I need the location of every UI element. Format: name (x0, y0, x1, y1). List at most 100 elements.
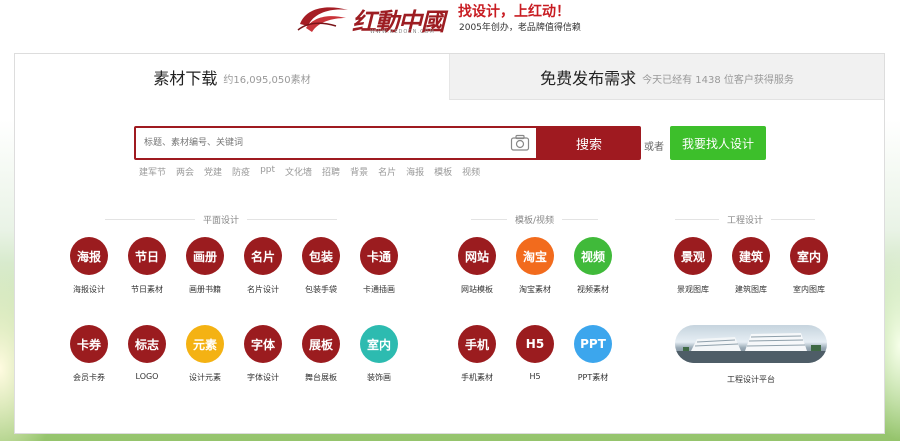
category-cartoon[interactable]: 卡通 卡通插画 (349, 237, 409, 295)
category-label: 景观图库 (677, 285, 709, 294)
tab-post-request[interactable]: 免费发布需求 今天已经有 1438 位客户获得服务 (449, 54, 884, 100)
hot-word[interactable]: 建军节 (139, 165, 166, 178)
category-icon: 包装 (302, 237, 340, 275)
category-label: H5 (529, 372, 541, 381)
category-font[interactable]: 字体 字体设计 (233, 325, 293, 383)
search-input[interactable] (136, 128, 506, 158)
category-label: 名片设计 (247, 285, 279, 294)
search-button[interactable]: 搜索 (537, 126, 641, 160)
category-icon: 室内 (790, 237, 828, 275)
find-designer-button[interactable]: 我要找人设计 (670, 126, 766, 160)
hot-word[interactable]: 名片 (378, 165, 396, 178)
tab-download[interactable]: 素材下载 约16,095,050素材 (15, 54, 449, 100)
category-icon: 元素 (186, 325, 224, 363)
category-label: 舞台展板 (305, 373, 337, 382)
category-website[interactable]: 网站 网站模板 (447, 237, 507, 295)
category-label: 手机素材 (461, 373, 493, 382)
divider (471, 219, 507, 220)
engineering-platform-label: 工程设计平台 (727, 375, 775, 384)
category-icon: 手机 (458, 325, 496, 363)
logo-swirl-icon (297, 7, 348, 32)
category-festival[interactable]: 节日 节日素材 (117, 237, 177, 295)
category-landscape[interactable]: 景观 景观图库 (663, 237, 723, 295)
category-interior[interactable]: 室内 室内图库 (779, 237, 839, 295)
hot-word[interactable]: 党建 (204, 165, 222, 178)
divider (105, 219, 195, 220)
category-architecture[interactable]: 建筑 建筑图库 (721, 237, 781, 295)
category-coupon[interactable]: 卡券 会员卡券 (59, 325, 119, 383)
hot-word[interactable]: 两会 (176, 165, 194, 178)
hot-word[interactable]: 视频 (462, 165, 480, 178)
category-poster[interactable]: 海报 海报设计 (59, 237, 119, 295)
section-label: 工程设计 (727, 216, 764, 226)
category-icon: 标志 (128, 325, 166, 363)
tab-bar: 素材下载 约16,095,050素材 免费发布需求 今天已经有 1438 位客户… (15, 54, 884, 100)
hot-word[interactable]: ppt (260, 165, 275, 178)
category-taobao[interactable]: 淘宝 淘宝素材 (505, 237, 565, 295)
category-business-card[interactable]: 名片 名片设计 (233, 237, 293, 295)
category-label: PPT素材 (577, 373, 609, 382)
category-logo[interactable]: 标志 LOGO (117, 325, 177, 381)
category-icon: H5 (516, 325, 554, 363)
tab-post-request-info: 今天已经有 1438 位客户获得服务 (642, 74, 794, 86)
category-h5[interactable]: H5 H5 (505, 325, 565, 381)
category-label: 装饰画 (367, 373, 391, 382)
hot-words: 建军节 两会 党建 防疫 ppt 文化墙 招聘 背景 名片 海报 模板 视频 (139, 165, 490, 178)
category-ppt[interactable]: PPT PPT素材 (563, 325, 623, 383)
hot-word[interactable]: 背景 (350, 165, 368, 178)
category-icon: 卡通 (360, 237, 398, 275)
category-decorative-painting[interactable]: 室内 装饰画 (349, 325, 409, 383)
category-label: 字体设计 (247, 373, 279, 382)
search-box (134, 126, 538, 160)
engineering-platform-banner[interactable] (675, 325, 827, 363)
category-icon: 景观 (674, 237, 712, 275)
category-icon: PPT (574, 325, 612, 363)
section-title-engineering: 工程设计 (675, 213, 816, 226)
category-icon: 字体 (244, 325, 282, 363)
category-icon: 卡券 (70, 325, 108, 363)
category-label: 画册书籍 (189, 285, 221, 294)
category-display-board[interactable]: 展板 舞台展板 (291, 325, 351, 383)
category-mobile[interactable]: 手机 手机素材 (447, 325, 507, 383)
category-label: 卡通插画 (363, 285, 395, 294)
category-label: 设计元素 (189, 373, 221, 382)
divider (247, 219, 338, 220)
category-icon: 网站 (458, 237, 496, 275)
section-label: 平面设计 (203, 216, 240, 226)
divider (562, 219, 599, 220)
slogan-main: 找设计，上红动！ (458, 4, 570, 20)
hot-word[interactable]: 文化墙 (285, 165, 312, 178)
tab-download-count: 约16,095,050素材 (223, 75, 311, 86)
or-text: 或者 (644, 142, 664, 153)
slogan-sub: 2005年创办，老品牌值得信赖 (459, 23, 581, 33)
category-label: 建筑图库 (735, 285, 767, 294)
section-label: 模板/视频 (515, 216, 555, 226)
category-elements[interactable]: 元素 设计元素 (175, 325, 235, 383)
camera-icon[interactable] (510, 134, 530, 152)
hot-word[interactable]: 防疫 (232, 165, 250, 178)
category-icon: 名片 (244, 237, 282, 275)
category-label: 室内图库 (793, 285, 825, 294)
category-label: 网站模板 (461, 285, 493, 294)
hot-word[interactable]: 招聘 (322, 165, 340, 178)
category-label: LOGO (135, 372, 159, 381)
hot-word[interactable]: 模板 (434, 165, 452, 178)
category-label: 海报设计 (73, 285, 105, 294)
main-panel: 素材下载 约16,095,050素材 免费发布需求 今天已经有 1438 位客户… (14, 53, 885, 434)
category-label: 淘宝素材 (519, 285, 551, 294)
logo-url: WWW.REDOCN.COM (370, 29, 435, 35)
category-icon: 展板 (302, 325, 340, 363)
divider (675, 219, 719, 220)
category-video[interactable]: 视频 视频素材 (563, 237, 623, 295)
site-header: 红動中國 WWW.REDOCN.COM 找设计，上红动！ 2005年创办，老品牌… (0, 0, 900, 44)
tab-post-request-title: 免费发布需求 (540, 68, 637, 88)
category-icon: 画册 (186, 237, 224, 275)
category-icon: 节日 (128, 237, 166, 275)
building-photo-icon (675, 333, 827, 363)
category-brochure[interactable]: 画册 画册书籍 (175, 237, 235, 295)
hot-word[interactable]: 海报 (406, 165, 424, 178)
section-title-template: 模板/视频 (471, 213, 599, 226)
category-icon: 室内 (360, 325, 398, 363)
category-packaging[interactable]: 包装 包装手袋 (291, 237, 351, 295)
site-logo[interactable]: 红動中國 WWW.REDOCN.COM (296, 2, 456, 36)
